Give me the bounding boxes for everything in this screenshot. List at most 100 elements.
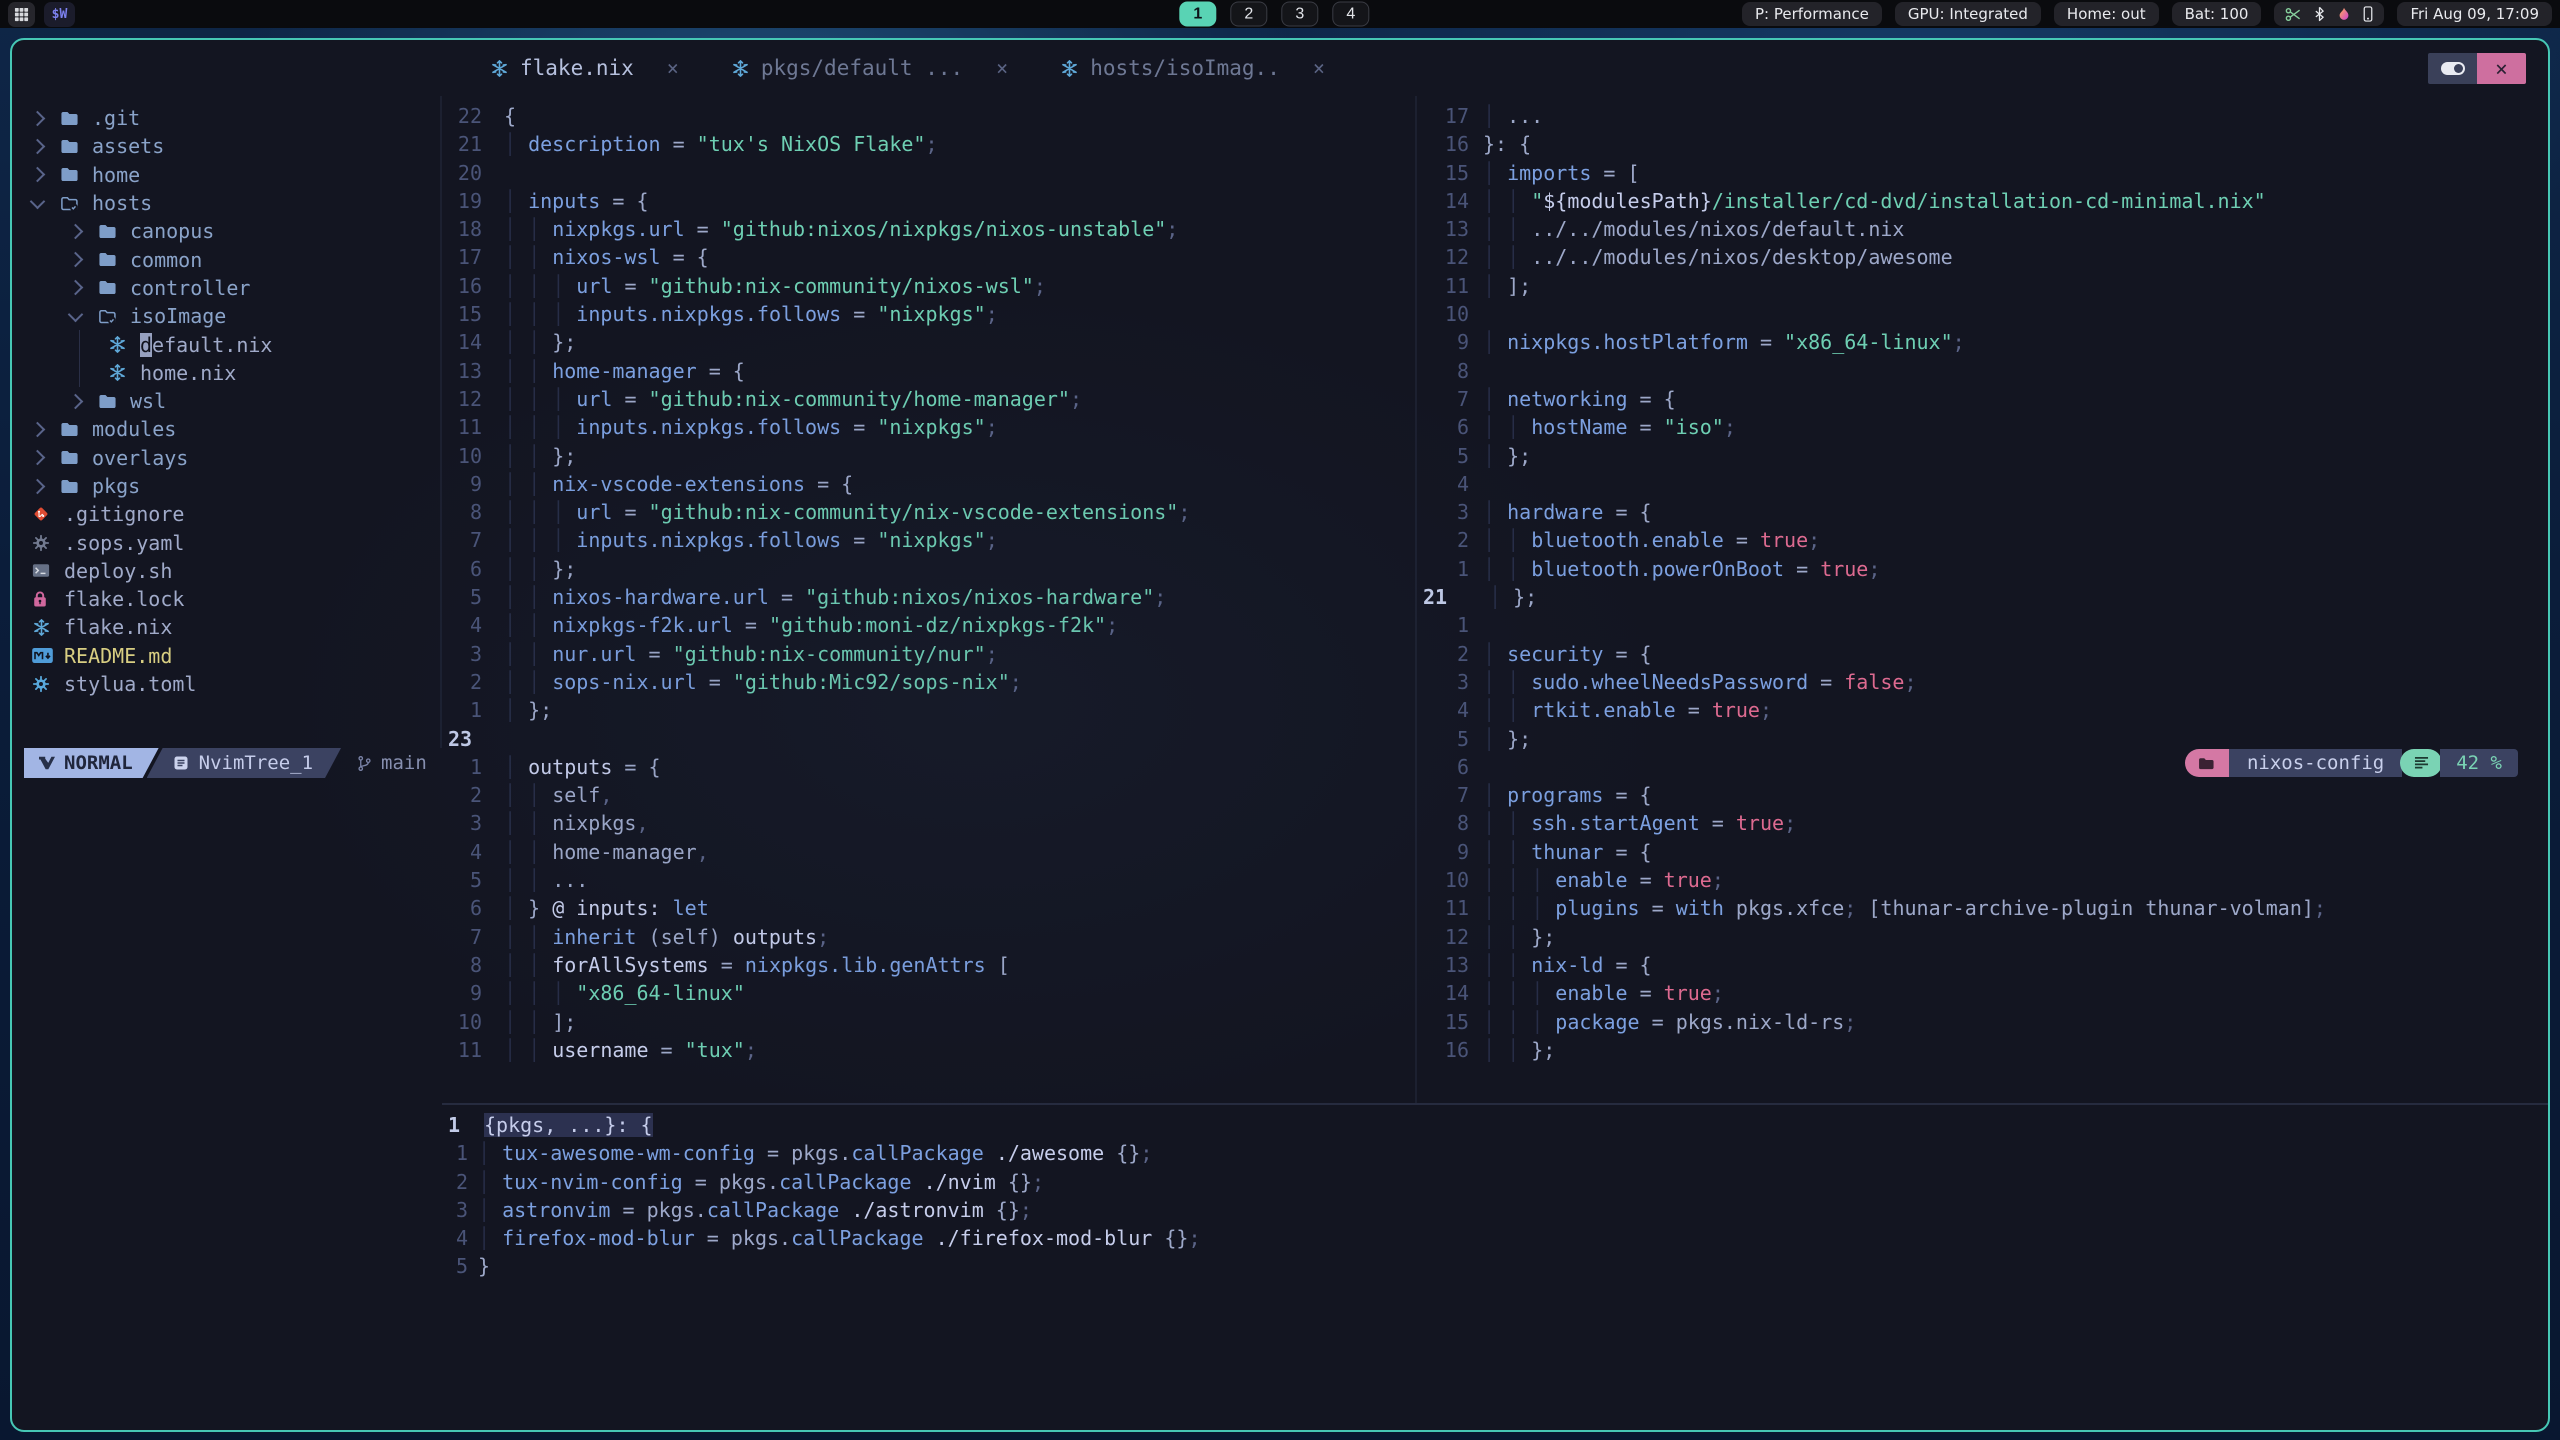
code-line[interactable]: 20 [442,159,1415,187]
code-line[interactable]: 7 │ │ inherit (self) outputs; [442,923,1415,951]
code-line[interactable]: 11 │ │ │ plugins = with pkgs.xfce; [thuna… [1417,894,2548,922]
code-line[interactable]: 11 │ │ │ inputs.nixpkgs.follows = "nixpkg… [442,413,1415,441]
code-line[interactable]: 19 │ inputs = { [442,187,1415,215]
code-line[interactable]: 1 │ tux-awesome-wm-config = pkgs.callPack… [442,1139,2548,1167]
code-line[interactable]: 1 {pkgs, ...}: { [442,1111,2548,1139]
code-line[interactable]: 4 │ firefox-mod-blur = pkgs.callPackage .… [442,1224,2548,1252]
code-line[interactable]: 2 │ security = { [1417,640,2548,668]
code-line[interactable]: 1 │ │ bluetooth.powerOnBoot = true; [1417,555,2548,583]
tab-hosts-isoimag-[interactable]: hosts/isoImag.. × [1034,56,1351,80]
tree-item--gitignore[interactable]: .gitignore [12,500,440,528]
code-line[interactable]: 8 [1417,357,2548,385]
code-line[interactable]: 9 │ │ thunar = { [1417,838,2548,866]
code-line[interactable]: 22 { [442,102,1415,130]
code-line[interactable]: 2 │ │ self, [442,781,1415,809]
code-line[interactable]: 7 │ networking = { [1417,385,2548,413]
code-line[interactable]: 5 │ │ ... [442,866,1415,894]
code-line[interactable]: 8 │ │ │ url = "github:nix-community/nix-v… [442,498,1415,526]
tree-item-assets[interactable]: assets [12,132,440,160]
code-line[interactable]: 8 │ │ forAllSystems = nixpkgs.lib.genAttr… [442,951,1415,979]
workspace-button-2[interactable]: 2 [1230,1,1268,27]
tree-item-default-nix[interactable]: default.nix [12,330,440,359]
tree-item-controller[interactable]: controller [12,274,440,302]
code-line[interactable]: 5 │ │ nixos-hardware.url = "github:nixos/… [442,583,1415,611]
window-close-button[interactable]: × [2477,53,2526,84]
code-line[interactable]: 6 │ │ }; [442,555,1415,583]
code-line[interactable]: 1 │ }; [442,696,1415,724]
code-line[interactable]: 12 │ │ }; [1417,923,2548,951]
bluetooth-icon[interactable] [2314,6,2325,22]
tree-item-stylua-toml[interactable]: stylua.toml [12,670,440,698]
code-line[interactable]: 4 │ │ nixpkgs-f2k.url = "github:moni-dz/n… [442,611,1415,639]
code-line[interactable]: 14 │ │ }; [442,328,1415,356]
code-line[interactable]: 14 │ │ "${modulesPath}/installer/cd-dvd/i… [1417,187,2548,215]
code-line[interactable]: 15 │ │ │ inputs.nixpkgs.follows = "nixpkg… [442,300,1415,328]
workspace-button-3[interactable]: 3 [1281,1,1319,27]
scissors-icon[interactable] [2285,7,2302,22]
status-pill-home[interactable]: Home: out [2053,2,2159,26]
code-line[interactable]: 18 │ │ nixpkgs.url = "github:nixos/nixpkg… [442,215,1415,243]
tree-item-hosts[interactable]: hosts [12,189,440,217]
phone-icon[interactable] [2363,6,2373,22]
tree-item-home[interactable]: home [12,161,440,189]
code-line[interactable]: 4 [1417,470,2548,498]
code-line[interactable]: 13 │ │ ../../modules/nixos/default.nix [1417,215,2548,243]
tree-item--git[interactable]: .git [12,104,440,132]
tab-flake-nix[interactable]: flake.nix × [464,56,705,80]
editor-isoimage-default-nix[interactable]: 17 │ ... 16}: {15 │ imports = [14 │ │ "${mod… [1417,96,2548,1103]
code-line[interactable]: 3 │ │ sudo.wheelNeedsPassword = false; [1417,668,2548,696]
code-line[interactable]: 3 │ │ nur.url = "github:nix-community/nur… [442,640,1415,668]
tree-item-flake-lock[interactable]: flake.lock [12,585,440,613]
code-line[interactable]: 16 │ │ }; [1417,1036,2548,1064]
code-line[interactable]: 10 │ │ │ enable = true; [1417,866,2548,894]
tree-item-modules[interactable]: modules [12,415,440,443]
code-line[interactable]: 13 │ │ nix-ld = { [1417,951,2548,979]
tab-pkgs-default-[interactable]: pkgs/default ... × [705,56,1034,80]
code-line[interactable]: 8 │ │ ssh.startAgent = true; [1417,809,2548,837]
tree-item-common[interactable]: common [12,245,440,273]
tree-item-readme-md[interactable]: README.md [12,642,440,670]
tree-item--sops-yaml[interactable]: .sops.yaml [12,528,440,556]
status-pill-bat[interactable]: Bat: 100 [2171,2,2262,26]
code-line[interactable]: 9 │ │ │ "x86_64-linux" [442,979,1415,1007]
editor-pkgs-default-nix[interactable]: 1 {pkgs, ...}: {1 │ tux-awesome-wm-config … [442,1105,2548,1384]
tab-close-button[interactable]: × [1313,56,1325,80]
code-line[interactable]: 6 │ } @ inputs: let [442,894,1415,922]
flame-icon[interactable] [2337,7,2351,22]
code-line[interactable]: 9 │ nixpkgs.hostPlatform = "x86_64-linux"… [1417,328,2548,356]
code-line[interactable]: 12 │ │ │ url = "github:nix-community/home… [442,385,1415,413]
code-line[interactable]: 6 │ │ hostName = "iso"; [1417,413,2548,441]
code-line[interactable]: 1 [1417,611,2548,639]
code-line[interactable]: 11 │ │ username = "tux"; [442,1036,1415,1064]
workspace-button-4[interactable]: 4 [1332,1,1370,27]
tab-close-button[interactable]: × [667,56,679,80]
workspace-button-1[interactable]: 1 [1179,1,1217,27]
code-line[interactable]: 3 │ │ nixpkgs, [442,809,1415,837]
code-line[interactable]: 12 │ │ ../../modules/nixos/desktop/awesom… [1417,243,2548,271]
code-line[interactable]: 21 │ description = "tux's NixOS Flake"; [442,130,1415,158]
code-line[interactable]: 16 │ │ │ url = "github:nix-community/nixo… [442,272,1415,300]
tree-item-isoimage[interactable]: isoImage [12,302,440,330]
editor-flake-nix[interactable]: 22{21 │ description = "tux's NixOS Flake"… [442,96,1415,1103]
code-line[interactable]: 10 │ │ }; [442,442,1415,470]
code-line[interactable]: 9 │ │ nix-vscode-extensions = { [442,470,1415,498]
app-launcher-button[interactable] [8,1,35,27]
status-pill-p[interactable]: P: Performance [1741,2,1882,26]
code-line[interactable]: 4 │ │ rtkit.enable = true; [1417,696,2548,724]
code-line[interactable]: 17 │ │ nixos-wsl = { [442,243,1415,271]
code-line[interactable]: 5 │ }; [1417,442,2548,470]
code-line[interactable]: 3 │ hardware = { [1417,498,2548,526]
tree-item-canopus[interactable]: canopus [12,217,440,245]
code-line[interactable]: 13 │ │ home-manager = { [442,357,1415,385]
code-line[interactable]: 15 │ imports = [ [1417,159,2548,187]
code-line[interactable]: 7 │ programs = { [1417,781,2548,809]
code-line[interactable]: 2 │ │ bluetooth.enable = true; [1417,526,2548,554]
status-pill-gpu[interactable]: GPU: Integrated [1894,2,2041,26]
code-line[interactable]: 16}: { [1417,130,2548,158]
code-line[interactable]: 4 │ │ home-manager, [442,838,1415,866]
tree-item-overlays[interactable]: overlays [12,444,440,472]
code-line[interactable]: 10 │ │ ]; [442,1008,1415,1036]
code-line[interactable]: 3 │ astronvim = pkgs.callPackage ./astron… [442,1196,2548,1224]
tree-item-wsl[interactable]: wsl [12,387,440,415]
tree-item-pkgs[interactable]: pkgs [12,472,440,500]
